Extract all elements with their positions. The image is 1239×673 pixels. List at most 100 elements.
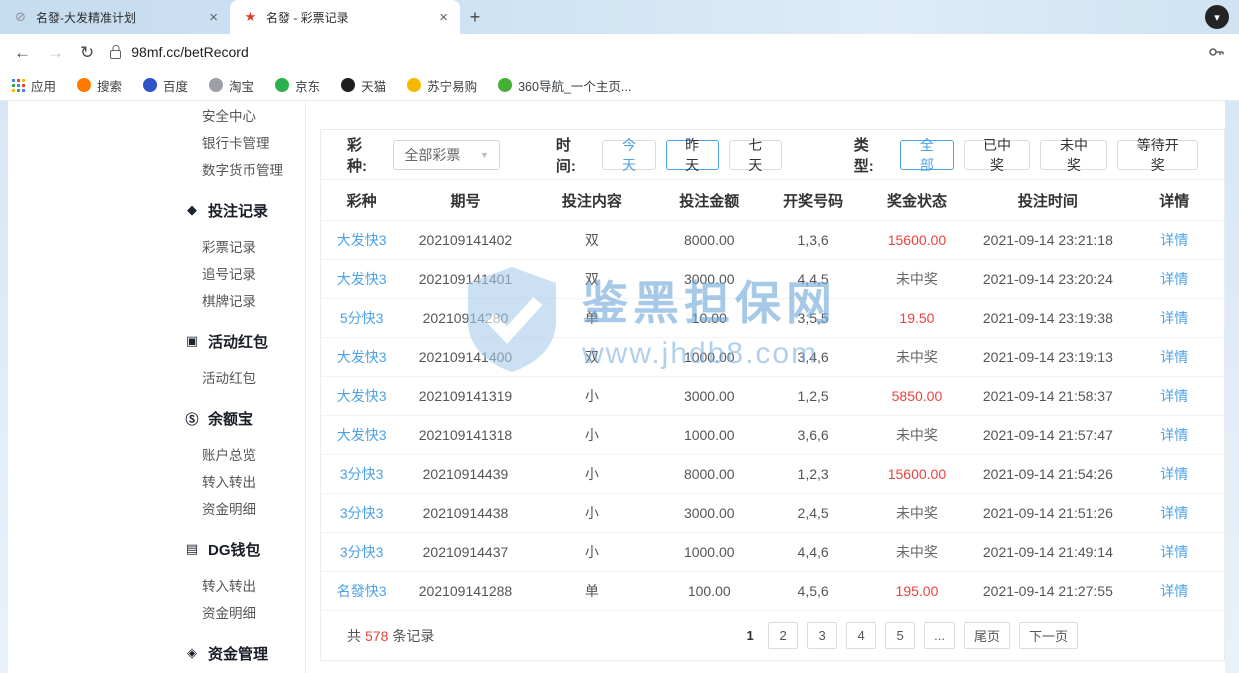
sidebar-item-icon: ◆ [184, 202, 200, 218]
page-buttons: 1 2 3 4 5 ... 尾页 [741, 622, 1078, 649]
sidebar-item[interactable]: 银行卡管理 [158, 128, 305, 155]
type-filter-button[interactable]: 全部 [900, 140, 953, 170]
close-icon[interactable]: × [435, 8, 452, 27]
page-button[interactable]: 1 [741, 622, 759, 649]
time-filter-button[interactable]: 今天 [602, 140, 655, 170]
cell-lottery[interactable]: 大发快3 [321, 269, 402, 289]
table-row: 3分快3 20210914439 小 8000.00 1,2,3 15600.0… [321, 454, 1224, 493]
cell-prize-status: 未中奖 [863, 503, 971, 523]
bookmark-item[interactable]: 百度 [143, 76, 188, 95]
url-text[interactable]: 98mf.cc/betRecord [131, 44, 249, 60]
cell-bet-content: 双 [529, 269, 655, 289]
cell-lottery[interactable]: 大发快3 [321, 230, 402, 250]
cell-bet-content: 双 [529, 347, 655, 367]
detail-link[interactable]: 详情 [1125, 230, 1224, 250]
bookmark-item[interactable]: 天猫 [341, 76, 386, 95]
bookmark-favicon-icon [275, 78, 289, 92]
media-control-button[interactable]: ▾ [1205, 5, 1229, 29]
table-row: 名發快3 202109141288 单 100.00 4,5,6 195.00 … [321, 571, 1224, 610]
page-button[interactable]: ... [924, 622, 955, 649]
bookmark-item[interactable]: 360导航_一个主页... [498, 76, 631, 95]
close-icon[interactable]: × [205, 8, 222, 27]
detail-link[interactable]: 详情 [1125, 308, 1224, 328]
bookmark-item[interactable]: 淘宝 [209, 76, 254, 95]
page-button[interactable]: 3 [807, 622, 837, 649]
sidebar-item[interactable]: 追号记录 [158, 259, 305, 286]
refresh-button[interactable]: ↻ [80, 44, 94, 61]
sidebar-item[interactable]: 转入转出 [158, 571, 305, 598]
sidebar-item[interactable]: 资金明细 [158, 494, 305, 521]
time-filter-button[interactable]: 七天 [729, 140, 782, 170]
type-filter-button[interactable]: 等待开奖 [1117, 140, 1198, 170]
sidebar-item[interactable]: 账户总览 [158, 440, 305, 467]
cell-bet-time: 2021-09-14 21:54:26 [971, 466, 1125, 482]
type-filter-button[interactable]: 已中奖 [964, 140, 1031, 170]
detail-link[interactable]: 详情 [1125, 464, 1224, 484]
sidebar-item[interactable]: Ⓢ 余额宝 [158, 404, 305, 432]
cell-prize-status: 未中奖 [863, 269, 971, 289]
type-filter-group: 类型: 全部 已中奖 未中奖 等待开奖 [854, 134, 1198, 176]
cell-lottery[interactable]: 大发快3 [321, 386, 402, 406]
bookmark-item[interactable]: 京东 [275, 76, 320, 95]
bookmark-label: 360导航_一个主页... [518, 76, 631, 95]
type-filter-button[interactable]: 未中奖 [1040, 140, 1107, 170]
cell-lottery[interactable]: 大发快3 [321, 425, 402, 445]
password-key-icon[interactable] [1207, 43, 1225, 61]
sidebar-item[interactable]: 转入转出 [158, 467, 305, 494]
sidebar-item[interactable]: ◈ 资金管理 [158, 639, 305, 667]
bookmark-label: 京东 [295, 76, 320, 95]
sidebar-item[interactable]: 安全中心 [158, 101, 305, 128]
sidebar-item[interactable]: 彩票记录 [158, 232, 305, 259]
detail-link[interactable]: 详情 [1125, 425, 1224, 445]
table-row: 大发快3 202109141319 小 3000.00 1,2,5 5850.0… [321, 376, 1224, 415]
cell-lottery[interactable]: 3分快3 [321, 542, 402, 562]
forward-button[interactable]: → [47, 44, 64, 61]
detail-link[interactable]: 详情 [1125, 386, 1224, 406]
sidebar-item[interactable]: 活动红包 [158, 363, 305, 390]
page-button[interactable]: 5 [885, 622, 915, 649]
cell-bet-amount: 3000.00 [655, 271, 763, 287]
detail-link[interactable]: 详情 [1125, 503, 1224, 523]
cell-lottery[interactable]: 名發快3 [321, 581, 402, 601]
back-button[interactable]: ← [14, 44, 31, 61]
cell-lottery[interactable]: 3分快3 [321, 464, 402, 484]
page-button[interactable]: 下一页 [1019, 622, 1078, 649]
sidebar-item[interactable]: 棋牌记录 [158, 286, 305, 313]
cell-bet-amount: 3000.00 [655, 505, 763, 521]
page-button[interactable]: 2 [768, 622, 798, 649]
bookmark-item[interactable]: 苏宁易购 [407, 76, 477, 95]
sidebar-item[interactable]: 资金明细 [158, 598, 305, 625]
tab-plan-page[interactable]: ⊘ 名發-大发精准计划 × [0, 0, 230, 34]
detail-link[interactable]: 详情 [1125, 581, 1224, 601]
sidebar-item[interactable]: 数字货币管理 [158, 155, 305, 182]
address-bar[interactable]: 98mf.cc/betRecord [110, 44, 1191, 60]
detail-link[interactable]: 详情 [1125, 269, 1224, 289]
new-tab-button[interactable]: + [460, 0, 490, 34]
cell-draw-numbers: 1,3,6 [763, 232, 862, 248]
sidebar-item-label: 账户总览 [202, 444, 256, 464]
cell-lottery[interactable]: 大发快3 [321, 347, 402, 367]
lottery-select[interactable]: 全部彩票 ▼ [393, 140, 500, 170]
sidebar-item[interactable]: ▣ 活动红包 [158, 327, 305, 355]
page-button[interactable]: 4 [846, 622, 876, 649]
cell-bet-time: 2021-09-14 21:49:14 [971, 544, 1125, 560]
detail-link[interactable]: 详情 [1125, 347, 1224, 367]
page-button[interactable]: 尾页 [964, 622, 1010, 649]
sidebar-item-label: 银行卡管理 [202, 132, 270, 152]
apps-label: 应用 [31, 76, 56, 95]
apps-shortcut[interactable]: 应用 [12, 76, 56, 95]
sidebar-item-label: 转入转出 [202, 575, 256, 595]
cell-prize-status: 195.00 [863, 583, 971, 599]
bookmark-item[interactable]: 搜索 [77, 76, 122, 95]
cell-draw-numbers: 1,2,3 [763, 466, 862, 482]
cell-lottery[interactable]: 5分快3 [321, 308, 402, 328]
tab-bet-record[interactable]: ★ 名發 - 彩票记录 × [230, 0, 460, 34]
cell-bet-amount: 8000.00 [655, 232, 763, 248]
sidebar-item[interactable]: ◆ 投注记录 [158, 196, 305, 224]
table-header-cell: 开奖号码 [763, 190, 862, 211]
sidebar-item[interactable]: ▤ DG钱包 [158, 535, 305, 563]
detail-link[interactable]: 详情 [1125, 542, 1224, 562]
time-filter-button[interactable]: 昨天 [666, 140, 719, 170]
sidebar-item-label: 余额宝 [208, 408, 253, 429]
cell-lottery[interactable]: 3分快3 [321, 503, 402, 523]
